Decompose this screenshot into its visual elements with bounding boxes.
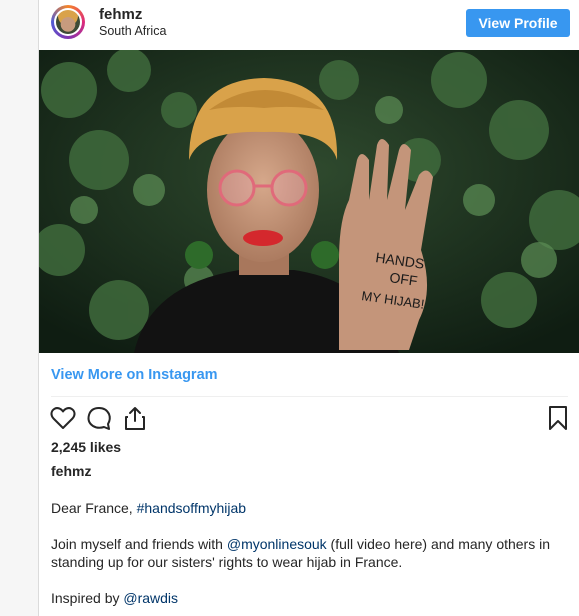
mention-link-rawdis[interactable]: @rawdis — [123, 590, 178, 606]
comment-icon[interactable] — [85, 404, 113, 432]
avatar-image — [56, 10, 80, 34]
hashtag-link[interactable]: #handsoffmyhijab — [137, 500, 246, 516]
divider — [51, 396, 568, 397]
location[interactable]: South Africa — [99, 24, 166, 38]
share-icon[interactable] — [121, 404, 149, 432]
bookmark-icon[interactable] — [544, 404, 572, 432]
view-more-link[interactable]: View More on Instagram — [51, 367, 218, 383]
post-photo[interactable]: HANDS OFF MY HIJAB! — [39, 50, 579, 353]
caption-line-2: Join myself and friends with @myonlineso… — [51, 536, 551, 570]
post-header: fehmz South Africa View Profile — [39, 0, 579, 50]
username[interactable]: fehmz — [99, 6, 142, 23]
caption-line-1: Dear France, #handsoffmyhijab — [51, 500, 247, 516]
view-profile-button[interactable]: View Profile — [466, 9, 570, 37]
avatar[interactable] — [51, 5, 85, 39]
instagram-embed-card: fehmz South Africa View Profile HANDS OF… — [38, 0, 579, 616]
mention-link-myonlinesouk[interactable]: @myonlinesouk — [227, 536, 327, 552]
heart-icon[interactable] — [49, 404, 77, 432]
caption-author[interactable]: fehmz — [51, 463, 91, 479]
likes-count[interactable]: 2,245 likes — [51, 439, 121, 455]
caption-line-3: Inspired by @rawdis — [51, 590, 179, 606]
post-image: HANDS OFF MY HIJAB! — [39, 50, 579, 353]
